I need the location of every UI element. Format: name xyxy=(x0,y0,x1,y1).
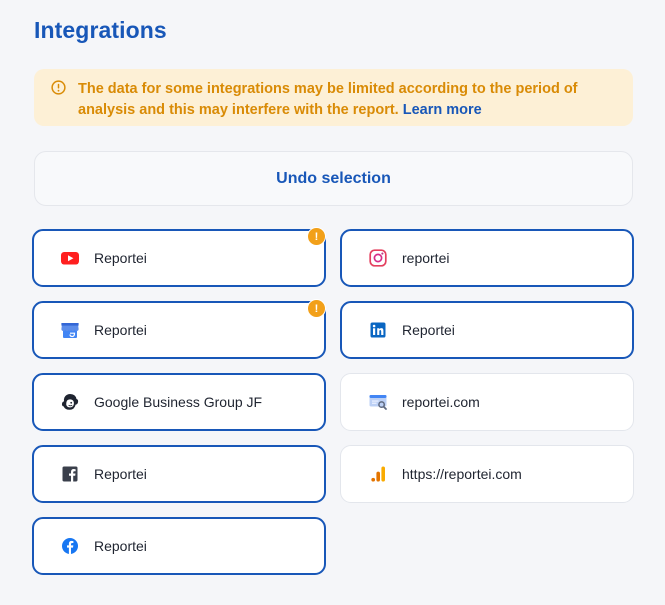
integration-label: Reportei xyxy=(94,538,147,554)
alert-message: The data for some integrations may be li… xyxy=(78,79,619,121)
google-search-console-icon xyxy=(368,392,388,412)
limited-data-alert: The data for some integrations may be li… xyxy=(34,69,633,126)
learn-more-link[interactable]: Learn more xyxy=(403,102,482,118)
integration-card-youtube[interactable]: Reportei ! xyxy=(32,227,326,287)
warning-icon xyxy=(51,80,66,95)
facebook-square-icon xyxy=(60,464,80,484)
integration-label: reportei xyxy=(402,250,450,266)
google-analytics-icon xyxy=(368,464,388,484)
google-business-profile-icon xyxy=(60,320,80,340)
integration-card-facebook-page[interactable]: Reportei xyxy=(32,445,326,503)
integration-card-search-console[interactable]: reportei.com xyxy=(340,373,634,431)
integration-label: reportei.com xyxy=(402,394,480,410)
integration-card-google-analytics[interactable]: https://reportei.com xyxy=(340,445,634,503)
integration-label: https://reportei.com xyxy=(402,466,522,482)
integration-card-instagram[interactable]: reportei xyxy=(340,229,634,287)
integration-label: Google Business Group JF xyxy=(94,394,263,410)
integration-card-mailchimp[interactable]: Google Business Group JF xyxy=(32,373,326,431)
warning-badge: ! xyxy=(307,299,326,318)
integration-card-google-business[interactable]: Reportei ! xyxy=(32,299,326,359)
warning-badge: ! xyxy=(307,227,326,246)
undo-selection-button[interactable]: Undo selection xyxy=(34,151,633,206)
integration-label: Reportei xyxy=(94,466,147,482)
integration-card-facebook[interactable]: Reportei xyxy=(32,517,326,575)
integration-label: Reportei xyxy=(94,322,147,338)
facebook-circle-icon xyxy=(60,536,80,556)
linkedin-icon xyxy=(368,320,388,340)
integration-card-linkedin[interactable]: Reportei xyxy=(340,301,634,359)
alert-text: The data for some integrations may be li… xyxy=(78,81,578,118)
integration-label: Reportei xyxy=(402,322,455,338)
instagram-icon xyxy=(368,248,388,268)
page-title: Integrations xyxy=(34,17,167,43)
integration-label: Reportei xyxy=(94,250,147,266)
mailchimp-icon xyxy=(60,392,80,412)
youtube-icon xyxy=(60,248,80,268)
